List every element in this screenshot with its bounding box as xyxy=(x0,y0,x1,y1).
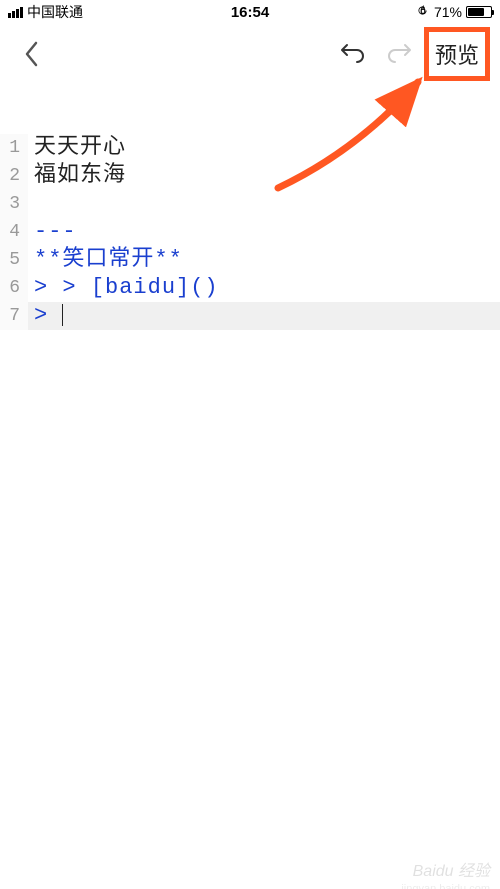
rotation-lock-icon xyxy=(416,4,430,21)
editor-line[interactable]: 2福如东海 xyxy=(0,162,500,190)
line-content: 福如东海 xyxy=(28,162,126,190)
signal-icon xyxy=(8,7,23,18)
battery-percent: 71% xyxy=(434,4,462,20)
editor-line[interactable]: 4--- xyxy=(0,218,500,246)
clock: 16:54 xyxy=(231,4,269,21)
text-cursor xyxy=(62,304,63,326)
line-number: 7 xyxy=(0,302,28,330)
editor-line[interactable]: 3 xyxy=(0,190,500,218)
line-content: > xyxy=(28,302,63,330)
carrier-label: 中国联通 xyxy=(27,2,83,22)
preview-label: 预览 xyxy=(435,38,479,70)
line-content: 天天开心 xyxy=(28,134,126,162)
line-number: 3 xyxy=(0,190,28,218)
line-content: --- xyxy=(28,218,77,246)
editor-line[interactable]: 1天天开心 xyxy=(0,134,500,162)
editor-line[interactable]: 7> xyxy=(0,302,500,330)
watermark-sub: jingyan.baidu.com xyxy=(401,883,490,889)
preview-button[interactable]: 预览 xyxy=(424,27,490,81)
redo-button[interactable] xyxy=(376,34,424,74)
back-button[interactable] xyxy=(16,34,48,74)
editor-line[interactable]: 5**笑口常开** xyxy=(0,246,500,274)
line-content: **笑口常开** xyxy=(28,246,183,274)
line-number: 1 xyxy=(0,134,28,162)
editor-line[interactable]: 6> > [baidu]() xyxy=(0,274,500,302)
battery-icon xyxy=(466,6,492,18)
status-bar: 中国联通 16:54 71% xyxy=(0,0,500,24)
line-number: 2 xyxy=(0,162,28,190)
line-content: > > [baidu]() xyxy=(28,274,219,302)
toolbar: 预览 xyxy=(0,24,500,84)
code-editor[interactable]: 1天天开心2福如东海34---5**笑口常开**6> > [baidu]()7> xyxy=(0,134,500,330)
line-number: 4 xyxy=(0,218,28,246)
undo-button[interactable] xyxy=(328,34,376,74)
watermark: Baidu 经验 xyxy=(413,857,490,881)
line-number: 5 xyxy=(0,246,28,274)
line-number: 6 xyxy=(0,274,28,302)
